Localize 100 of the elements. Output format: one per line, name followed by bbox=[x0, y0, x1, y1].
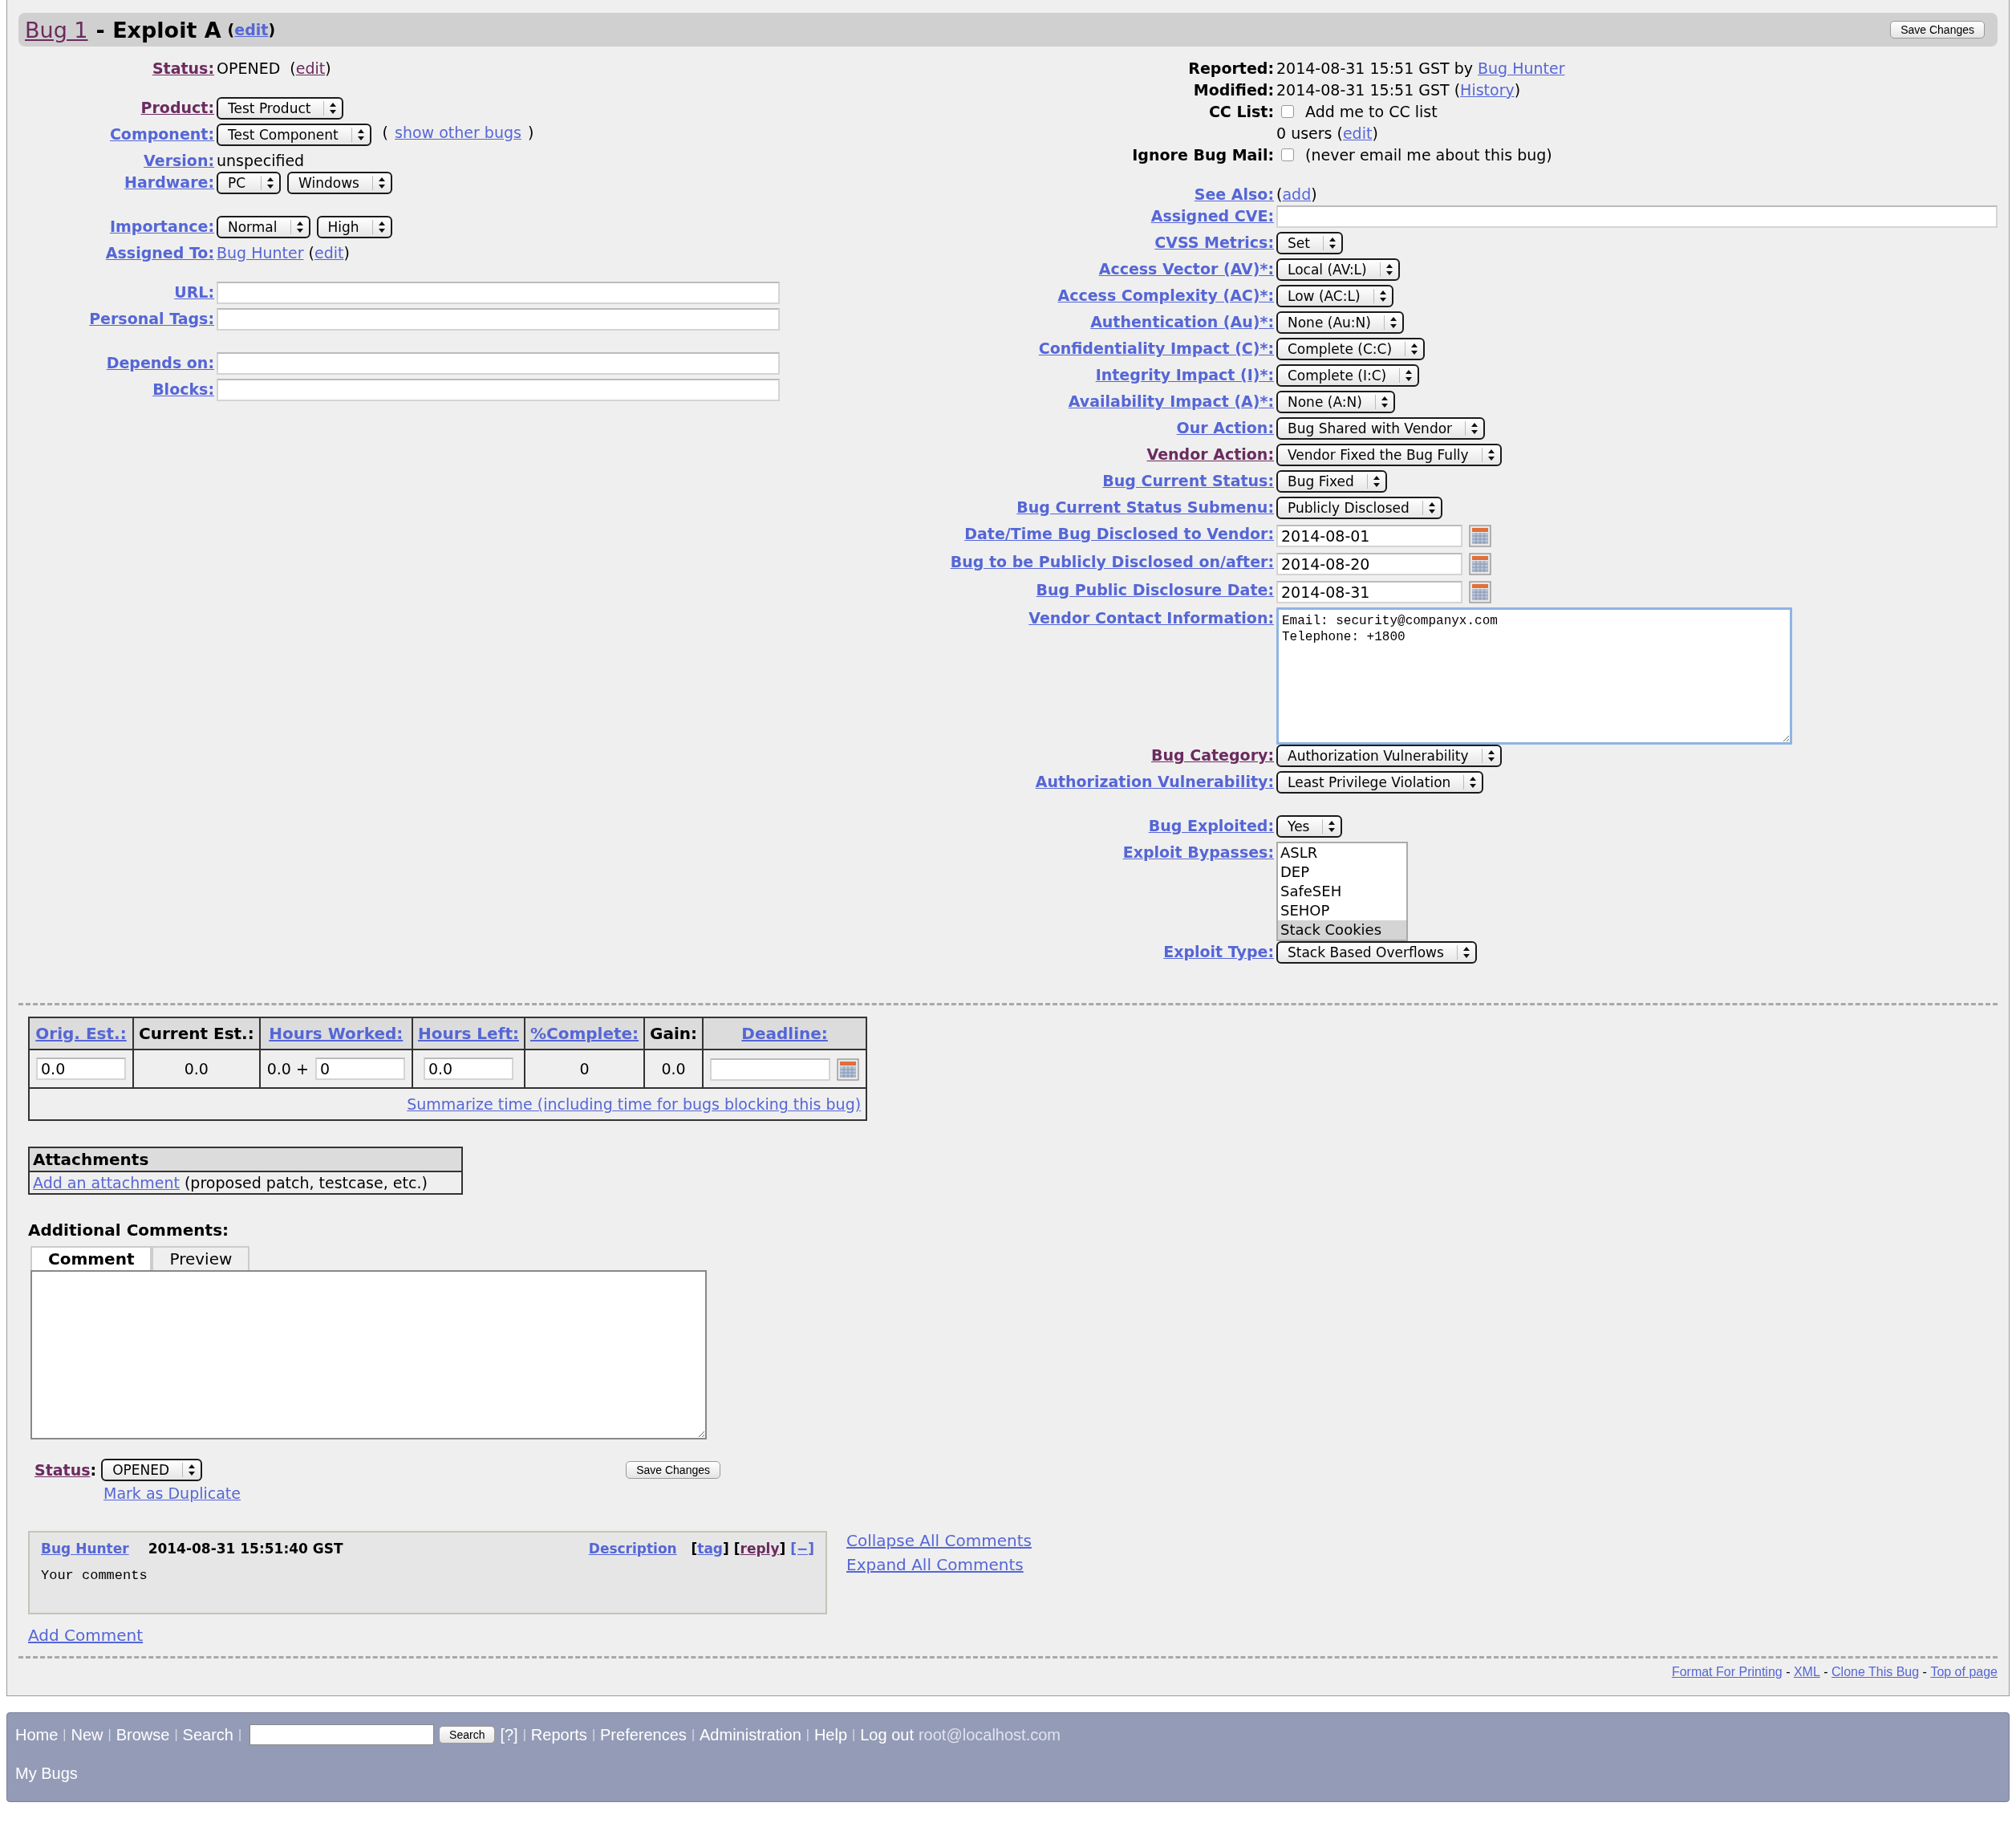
field-label[interactable]: Status: bbox=[152, 59, 214, 77]
date-field[interactable] bbox=[710, 1058, 831, 1081]
calendar-icon[interactable] bbox=[1469, 581, 1491, 603]
input-field[interactable] bbox=[217, 352, 780, 375]
field-label[interactable]: Exploit Bypasses: bbox=[1122, 843, 1274, 861]
field-label[interactable]: Bug Current Status Submenu: bbox=[1016, 498, 1274, 516]
link[interactable]: Top of page bbox=[1930, 1665, 1998, 1679]
nav-link[interactable]: Home bbox=[15, 1725, 59, 1744]
field-label[interactable]: Availability Impact (A)*: bbox=[1068, 392, 1274, 410]
field-label[interactable]: Date/Time Bug Disclosed to Vendor: bbox=[964, 525, 1274, 542]
link[interactable]: add bbox=[1282, 185, 1312, 203]
save-changes-button[interactable]: Save Changes bbox=[626, 1461, 720, 1479]
dropdown[interactable]: Publicly Disclosed bbox=[1276, 497, 1442, 519]
dropdown[interactable]: Test Component bbox=[217, 124, 371, 146]
dropdown[interactable]: Stack Based Overflows bbox=[1276, 941, 1477, 964]
add-comment-link[interactable]: Add Comment bbox=[28, 1626, 144, 1645]
edit-link[interactable]: edit bbox=[234, 21, 269, 39]
link[interactable]: Description bbox=[588, 1541, 677, 1557]
date-field[interactable]: 2014-08-31 bbox=[1276, 581, 1462, 603]
dropdown[interactable]: High bbox=[316, 216, 392, 238]
nav-link[interactable]: New bbox=[71, 1725, 103, 1744]
link[interactable]: Bug Hunter bbox=[217, 244, 304, 262]
link[interactable]: History bbox=[1460, 81, 1515, 99]
dropdown[interactable]: Yes bbox=[1276, 815, 1343, 838]
field-label[interactable]: Access Complexity (AC)*: bbox=[1057, 286, 1274, 304]
dropdown[interactable]: Authorization Vulnerability bbox=[1276, 745, 1502, 767]
input-field[interactable] bbox=[1276, 205, 1998, 228]
input-field[interactable]: 0 bbox=[314, 1058, 405, 1080]
checkbox[interactable] bbox=[1281, 105, 1294, 118]
status-dropdown[interactable]: OPENED bbox=[101, 1459, 203, 1481]
field-label[interactable]: Our Action: bbox=[1176, 419, 1274, 436]
link[interactable]: XML bbox=[1793, 1665, 1820, 1679]
field-label[interactable]: Assigned To: bbox=[105, 244, 214, 262]
field-label[interactable]: Integrity Impact (I)*: bbox=[1095, 366, 1274, 384]
field-label[interactable]: Confidentiality Impact (C)*: bbox=[1038, 339, 1274, 357]
field-label[interactable]: Vendor Contact Information: bbox=[1028, 609, 1274, 627]
field-label[interactable]: Product: bbox=[140, 99, 214, 116]
nav-link[interactable]: My Bugs bbox=[15, 1764, 78, 1783]
input-field[interactable]: 0.0 bbox=[36, 1058, 126, 1080]
input-field[interactable] bbox=[217, 282, 780, 304]
nav-link[interactable]: Reports bbox=[530, 1725, 587, 1744]
text-area[interactable]: Email: security@companyx.com Telephone: +1800 bbox=[1276, 607, 1792, 745]
nav-link[interactable]: Administration bbox=[700, 1725, 801, 1744]
field-label[interactable]: Authentication (Au)*: bbox=[1090, 313, 1274, 331]
field-label[interactable]: URL: bbox=[174, 283, 214, 301]
input-field[interactable] bbox=[217, 379, 780, 401]
field-label[interactable]: CVSS Metrics: bbox=[1154, 233, 1274, 251]
field-label[interactable]: Bug Public Disclosure Date: bbox=[1036, 581, 1274, 599]
link[interactable]: tag bbox=[697, 1541, 724, 1557]
dropdown[interactable]: Bug Fixed bbox=[1276, 470, 1387, 493]
field-label[interactable]: Vendor Action: bbox=[1146, 445, 1274, 463]
dropdown[interactable]: Complete (C:C) bbox=[1276, 338, 1426, 360]
nav-link[interactable]: [?] bbox=[500, 1725, 518, 1744]
comments-toggle-link[interactable]: Collapse All Comments bbox=[846, 1531, 1032, 1550]
nav-link[interactable]: Search bbox=[182, 1725, 233, 1744]
link[interactable]: [−] bbox=[790, 1541, 814, 1557]
dropdown[interactable]: None (Au:N) bbox=[1276, 311, 1404, 334]
input-field[interactable] bbox=[217, 308, 780, 331]
date-field[interactable]: 2014-08-01 bbox=[1276, 525, 1462, 547]
field-label[interactable]: Bug Current Status: bbox=[1102, 472, 1274, 489]
mark-as-duplicate-link[interactable]: Mark as Duplicate bbox=[103, 1484, 241, 1502]
nav-link[interactable]: Preferences bbox=[600, 1725, 687, 1744]
field-label[interactable]: Bug Category: bbox=[1151, 746, 1274, 764]
field-label[interactable]: Importance: bbox=[109, 217, 214, 235]
field-label[interactable]: Component: bbox=[109, 125, 214, 143]
nav-link[interactable]: Help bbox=[813, 1725, 848, 1744]
field-label[interactable]: Access Vector (AV)*: bbox=[1098, 260, 1274, 278]
list-box[interactable]: ASLR DEP SafeSEH SEHOP Stack Cookies bbox=[1276, 842, 1408, 941]
dropdown[interactable]: Local (AV:L) bbox=[1276, 258, 1400, 281]
dropdown[interactable]: Set bbox=[1276, 232, 1343, 254]
field-label[interactable]: Hardware: bbox=[124, 173, 214, 191]
field-label[interactable]: Blocks: bbox=[152, 380, 214, 398]
link[interactable]: show other bugs bbox=[395, 124, 521, 141]
search-button[interactable]: Search bbox=[439, 1726, 496, 1744]
nav-link[interactable]: Browse bbox=[116, 1725, 170, 1744]
add-attachment-link[interactable]: Add an attachment bbox=[33, 1174, 180, 1192]
link[interactable]: edit bbox=[295, 59, 326, 77]
calendar-icon[interactable] bbox=[1469, 525, 1491, 547]
comment-author-link[interactable]: Bug Hunter bbox=[41, 1541, 129, 1557]
link[interactable]: Bug Hunter bbox=[1478, 59, 1565, 77]
link[interactable]: edit bbox=[314, 244, 344, 262]
field-label[interactable]: Authorization Vulnerability: bbox=[1035, 773, 1274, 790]
search-field[interactable] bbox=[249, 1724, 435, 1745]
link[interactable]: reply bbox=[740, 1541, 780, 1557]
calendar-icon[interactable] bbox=[837, 1058, 860, 1081]
field-label[interactable]: Assigned CVE: bbox=[1150, 207, 1274, 225]
dropdown[interactable]: Vendor Fixed the Bug Fully bbox=[1276, 444, 1502, 466]
checkbox[interactable] bbox=[1281, 148, 1294, 161]
status-label[interactable]: Status bbox=[34, 1461, 91, 1479]
link[interactable]: Clone This Bug bbox=[1831, 1665, 1920, 1679]
field-label[interactable]: Personal Tags: bbox=[89, 310, 214, 327]
comment-tab[interactable]: Preview bbox=[152, 1246, 250, 1270]
field-label[interactable]: See Also: bbox=[1194, 185, 1274, 203]
field-label[interactable]: Bug Exploited: bbox=[1148, 817, 1274, 834]
field-label[interactable]: Version: bbox=[144, 152, 214, 169]
bug-link[interactable]: Bug 1 bbox=[25, 17, 88, 43]
nav-link[interactable]: Log out bbox=[860, 1725, 914, 1744]
calendar-icon[interactable] bbox=[1469, 553, 1491, 575]
dropdown[interactable]: None (A:N) bbox=[1276, 391, 1395, 413]
link[interactable]: edit bbox=[1342, 124, 1373, 142]
